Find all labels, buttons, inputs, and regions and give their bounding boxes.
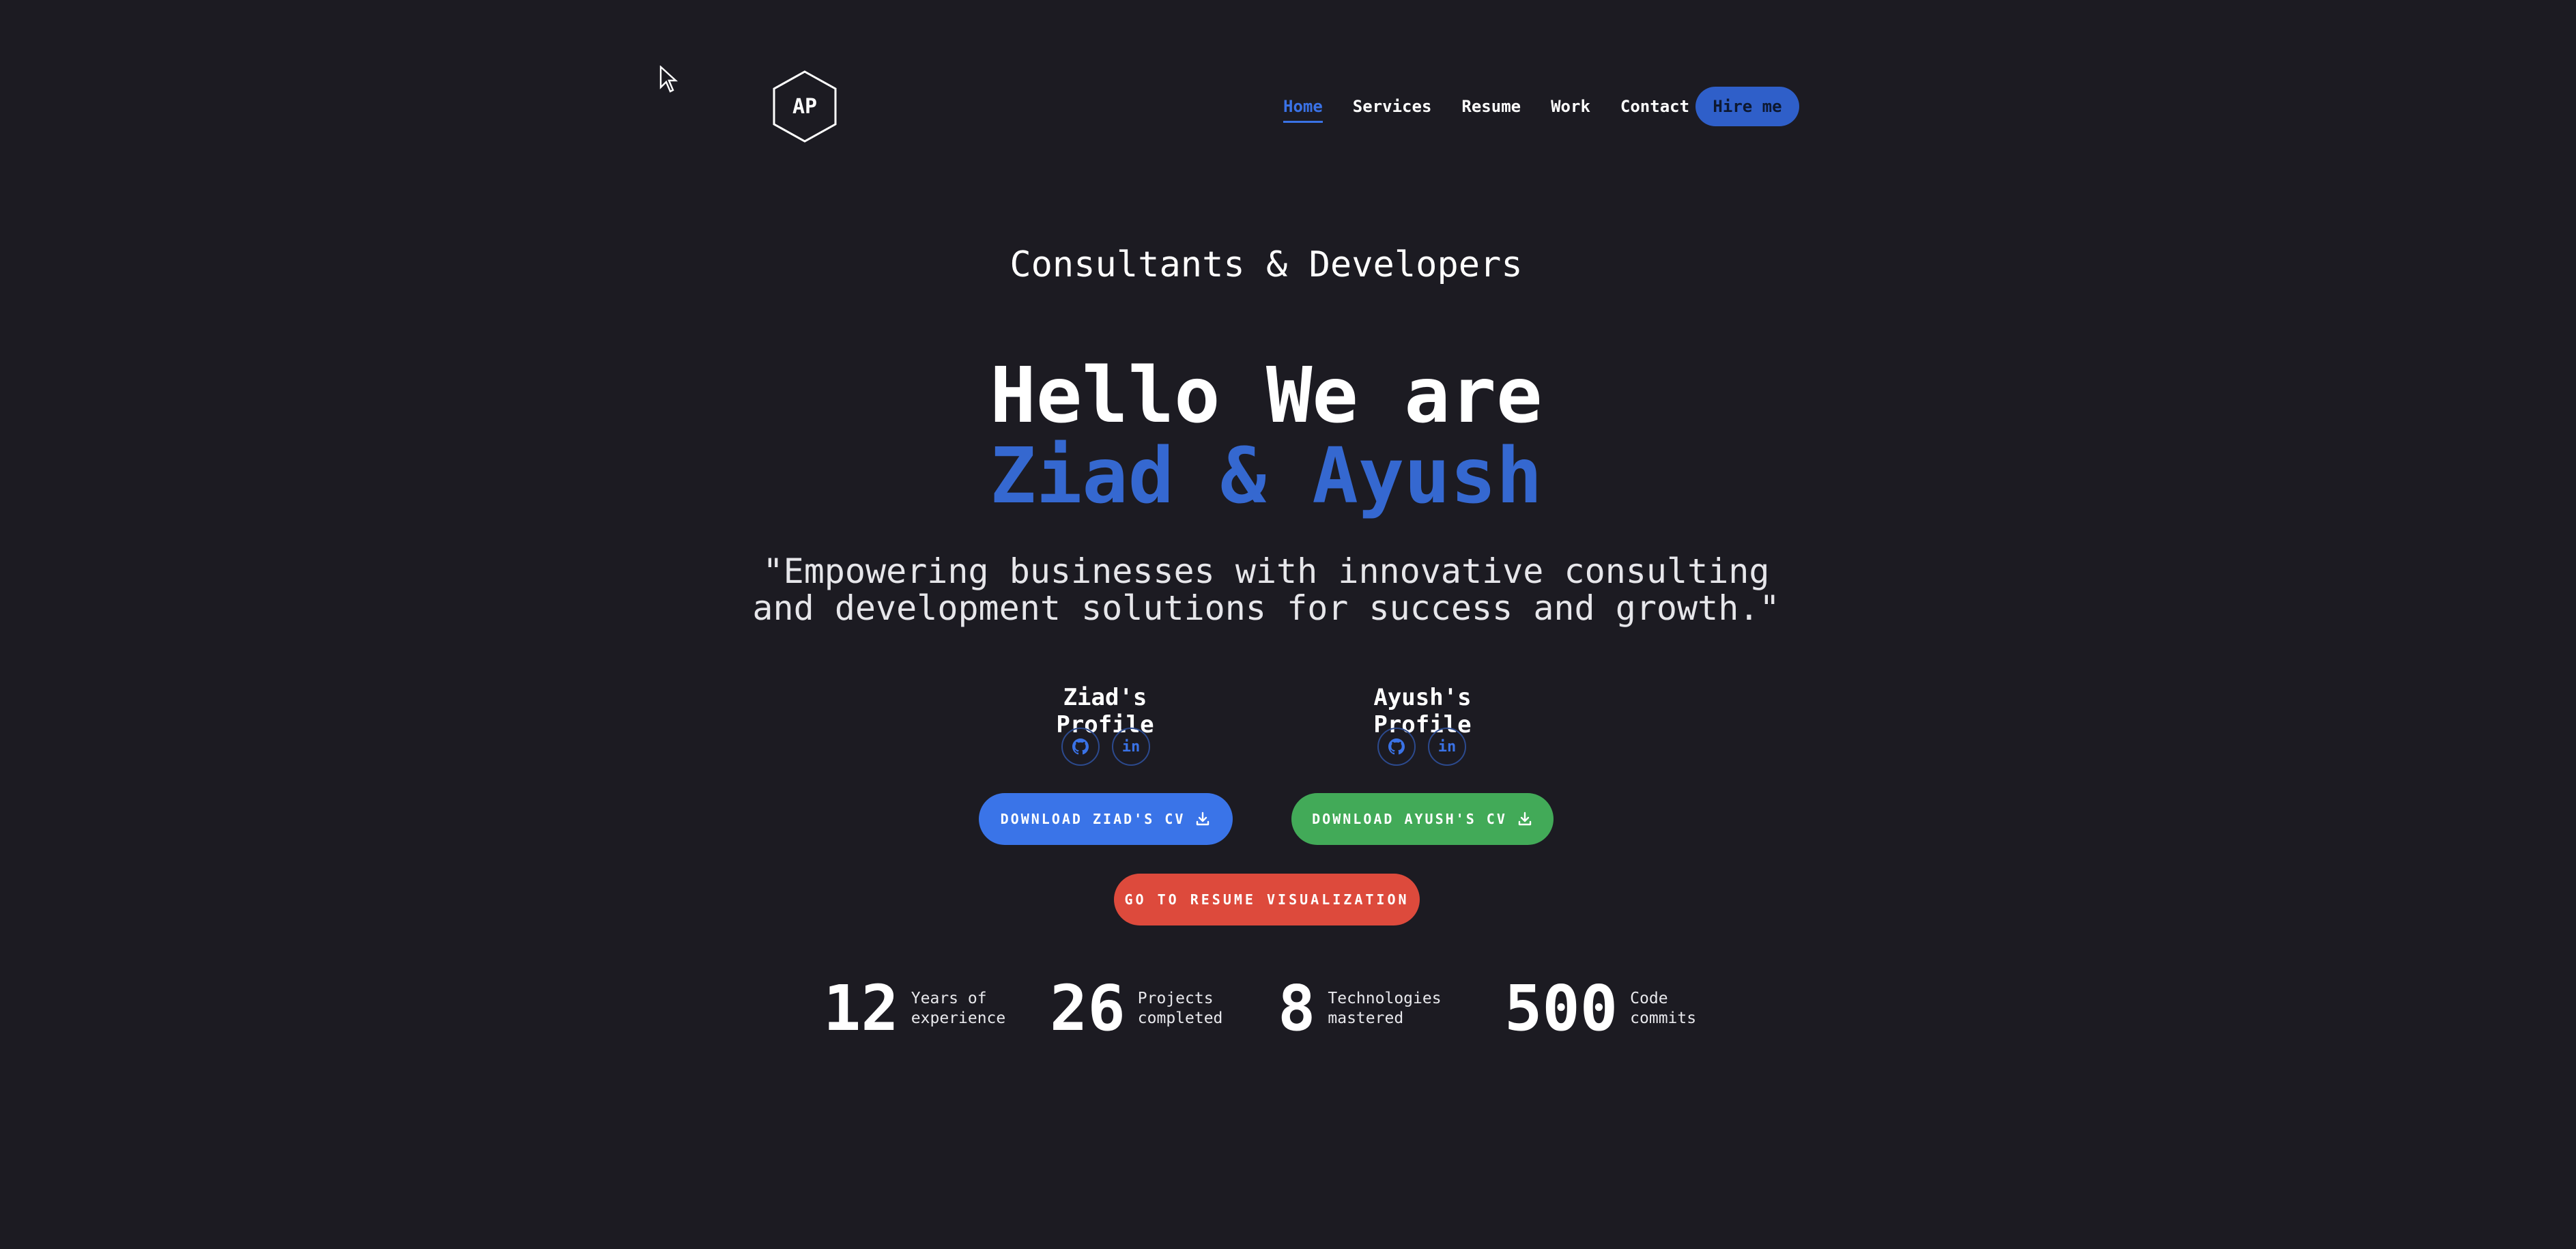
download-ziad-cv-label: DOWNLOAD ZIAD'S CV xyxy=(1000,811,1186,827)
stat-label-line: Technologies xyxy=(1328,990,1442,1007)
download-ziad-cv-button[interactable]: DOWNLOAD ZIAD'S CV xyxy=(979,793,1233,845)
nav-work[interactable]: Work xyxy=(1551,86,1590,127)
stat-label-line: Projects xyxy=(1137,990,1214,1007)
nav-contact[interactable]: Contact xyxy=(1620,86,1689,127)
stat-projects: 26 Projects completed xyxy=(1050,975,1254,1043)
stat-technologies: 8 Technologies mastered xyxy=(1278,975,1444,1043)
hero-heading: Hello We are xyxy=(990,351,1543,440)
stat-label-line: Code xyxy=(1630,990,1668,1007)
logo[interactable]: AP xyxy=(771,70,838,143)
stat-number: 12 xyxy=(823,972,899,1045)
stat-label-line: mastered xyxy=(1328,1009,1404,1027)
stat-label-line: Years of xyxy=(911,990,987,1007)
mouse-cursor-icon xyxy=(659,66,678,93)
stat-number: 500 xyxy=(1504,972,1618,1045)
stat-commits: 500 Code commits xyxy=(1504,975,1746,1043)
stat-number: 26 xyxy=(1050,972,1126,1045)
main-nav: Home Services Resume Work Contact xyxy=(1283,86,1719,127)
hero-subtitle: Consultants & Developers xyxy=(1010,244,1523,285)
ayush-github-link[interactable] xyxy=(1377,728,1416,766)
resume-visualization-button[interactable]: GO TO RESUME VISUALIZATION xyxy=(1114,874,1420,925)
ziad-profile-title: Ziad's Profile xyxy=(1056,684,1154,738)
nav-resume[interactable]: Resume xyxy=(1461,86,1521,127)
logo-text: AP xyxy=(792,94,818,119)
nav-services[interactable]: Services xyxy=(1353,86,1432,127)
page: AP Home Services Resume Work Contact Hir… xyxy=(0,0,2576,1249)
linkedin-icon: in xyxy=(1121,738,1141,756)
ayush-linkedin-link[interactable]: in xyxy=(1428,728,1466,766)
ayush-profile-title: Ayush's Profile xyxy=(1373,684,1472,738)
download-ayush-cv-button[interactable]: DOWNLOAD AYUSH'S CV xyxy=(1291,793,1554,845)
github-icon xyxy=(1072,738,1089,755)
download-icon xyxy=(1518,812,1532,826)
ziad-linkedin-link[interactable]: in xyxy=(1112,728,1150,766)
stat-label: Technologies mastered xyxy=(1328,989,1444,1029)
stat-label-line: experience xyxy=(911,1009,1006,1027)
hero-quote: "Empowering businesses with innovative c… xyxy=(0,553,2532,627)
hire-me-button[interactable]: Hire me xyxy=(1695,87,1799,126)
github-icon xyxy=(1388,738,1405,755)
stat-years: 12 Years of experience xyxy=(823,975,1027,1043)
nav-home[interactable]: Home xyxy=(1283,86,1323,127)
quote-line-2: and development solutions for success an… xyxy=(752,588,1780,628)
stat-label-line: completed xyxy=(1137,1009,1223,1027)
stat-label: Code commits xyxy=(1630,989,1746,1029)
stat-number: 8 xyxy=(1278,972,1316,1045)
download-ayush-cv-label: DOWNLOAD AYUSH'S CV xyxy=(1312,811,1507,827)
stat-label: Projects completed xyxy=(1138,989,1254,1029)
download-icon xyxy=(1197,812,1210,826)
stat-label-line: commits xyxy=(1630,1009,1697,1027)
hero-names: Ziad & Ayush xyxy=(990,432,1543,521)
ziad-github-link[interactable] xyxy=(1061,728,1100,766)
quote-line-1: "Empowering businesses with innovative c… xyxy=(762,551,1770,591)
linkedin-icon: in xyxy=(1437,738,1457,756)
stat-label: Years of experience xyxy=(911,989,1027,1029)
